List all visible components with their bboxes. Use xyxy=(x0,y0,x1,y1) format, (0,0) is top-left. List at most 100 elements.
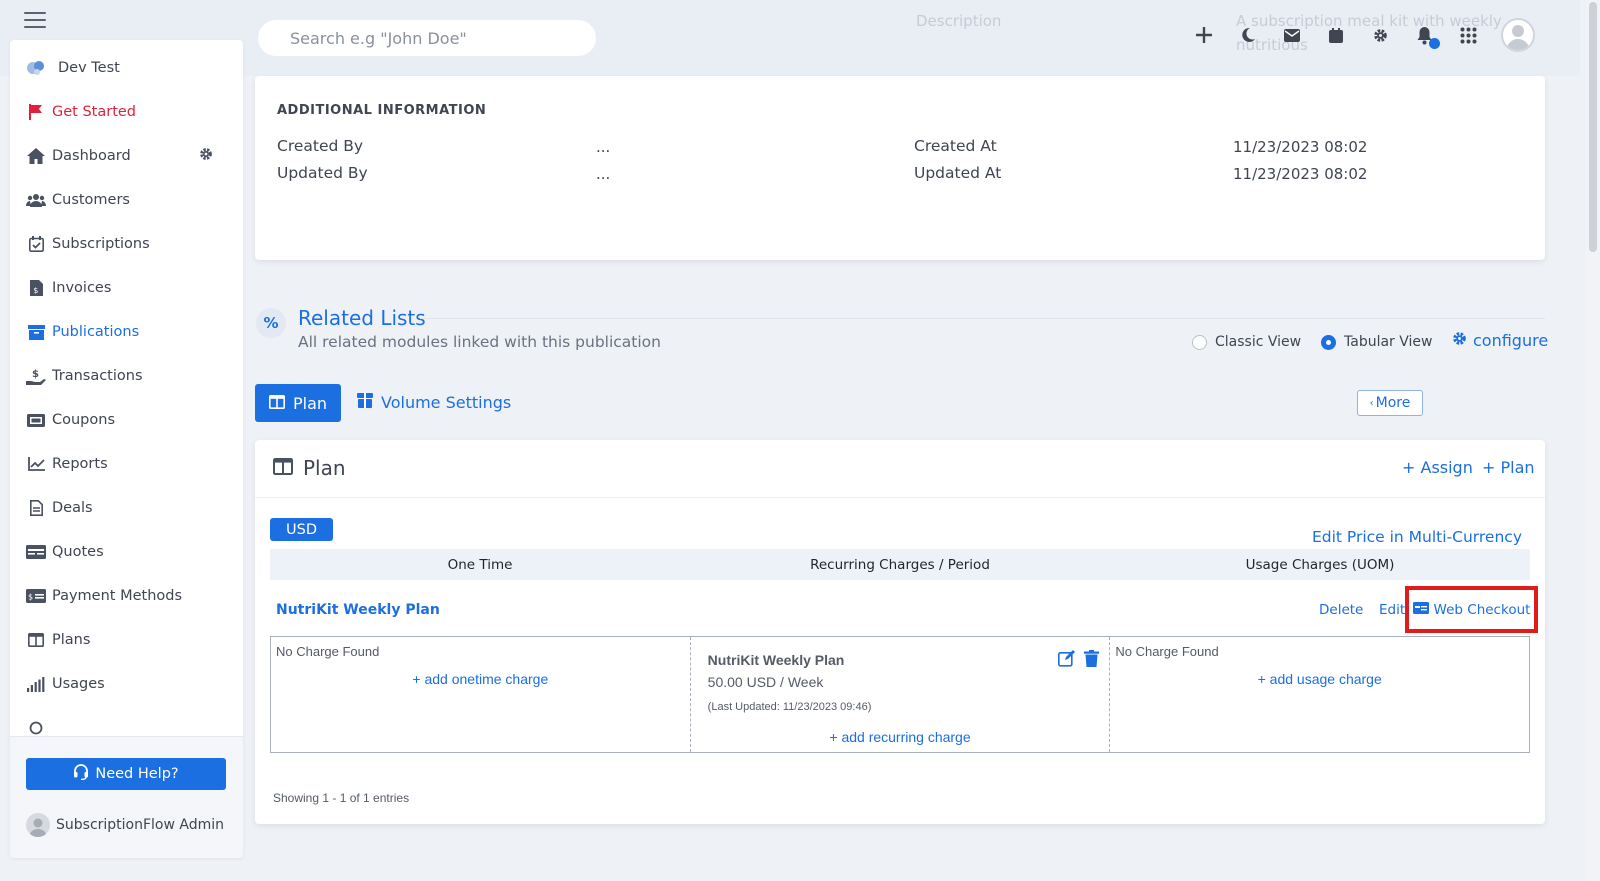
gear-icon[interactable] xyxy=(1369,24,1391,46)
calendar-icon[interactable] xyxy=(1325,24,1347,46)
web-checkout-button[interactable]: Web Checkout xyxy=(1405,586,1538,633)
sidebar-item-label: Dev Test xyxy=(58,60,120,76)
sidebar-item-customers[interactable]: Customers xyxy=(24,185,229,215)
sidebar-item-label: Reports xyxy=(52,456,108,472)
configure-label: configure xyxy=(1473,331,1549,350)
classic-view-radio[interactable]: Classic View xyxy=(1192,334,1301,350)
svg-text:$: $ xyxy=(32,369,39,380)
configure-link[interactable]: configure xyxy=(1452,331,1548,350)
columns-icon xyxy=(24,633,48,647)
sidebar-item-payment-methods[interactable]: $ Payment Methods xyxy=(24,581,229,611)
plan-name-link[interactable]: NutriKit Weekly Plan xyxy=(276,602,440,618)
need-help-button[interactable]: Need Help? xyxy=(26,758,226,790)
gear-icon xyxy=(1452,331,1467,350)
search-input[interactable] xyxy=(258,20,596,56)
quote-card-icon xyxy=(24,545,48,559)
web-checkout-label: Web Checkout xyxy=(1433,601,1531,618)
additional-info-card: ADDITIONAL INFORMATION Created By ... Up… xyxy=(255,76,1545,260)
edit-multi-currency-link[interactable]: Edit Price in Multi-Currency xyxy=(1312,528,1522,546)
updated-at-value: 11/23/2023 08:02 xyxy=(1233,165,1368,183)
tab-plan[interactable]: Plan xyxy=(255,384,341,422)
plan-card-header: Plan xyxy=(273,456,346,480)
created-at-label: Created At xyxy=(914,137,997,155)
sidebar-item-quotes[interactable]: Quotes xyxy=(24,537,229,567)
updated-at-label: Updated At xyxy=(914,164,1002,182)
column-header: Usage Charges (UOM) xyxy=(1245,556,1395,573)
charges-table: No Charge Found + add onetime charge Nut… xyxy=(270,636,1530,753)
recurring-charge-updated: (Last Updated: 11/23/2023 09:46) xyxy=(707,701,872,713)
tab-volume-label: Volume Settings xyxy=(381,393,512,412)
sidebar-item-label: Payment Methods xyxy=(52,588,183,604)
onetime-cell: No Charge Found + add onetime charge xyxy=(271,637,691,752)
sidebar-item-subscriptions[interactable]: Subscriptions xyxy=(24,229,229,259)
sidebar: Dev Test Get Started Dashboard Customers… xyxy=(10,40,243,858)
hand-money-icon: $ xyxy=(24,368,48,385)
credit-card-icon xyxy=(1412,601,1429,618)
menu-icon[interactable] xyxy=(24,12,46,28)
plan-card-title: Plan xyxy=(303,456,346,480)
bell-icon[interactable] xyxy=(1413,24,1440,49)
sidebar-item-partial[interactable] xyxy=(24,713,229,737)
sidebar-item-plans[interactable]: Plans xyxy=(24,625,229,655)
tab-volume-settings[interactable]: Volume Settings xyxy=(357,393,511,412)
sidebar-item-usages[interactable]: Usages xyxy=(24,669,229,699)
created-at-value: 11/23/2023 08:02 xyxy=(1233,138,1368,156)
add-recurring-charge-link[interactable]: + add recurring charge xyxy=(691,729,1110,745)
sidebar-item-label: Usages xyxy=(52,676,105,692)
moon-icon[interactable] xyxy=(1237,24,1259,46)
sidebar-item-label: Customers xyxy=(52,192,130,208)
line-chart-icon xyxy=(24,457,48,471)
recurring-charge-price: 50.00 USD / Week xyxy=(707,674,824,690)
related-lists-title: Related Lists xyxy=(298,306,426,330)
classic-view-label: Classic View xyxy=(1215,334,1302,350)
sidebar-item-label: Dashboard xyxy=(52,148,131,164)
headset-icon xyxy=(73,764,89,784)
sidebar-item-dashboard[interactable]: Dashboard xyxy=(24,141,229,171)
delete-link[interactable]: Delete xyxy=(1319,602,1363,618)
user-avatar[interactable] xyxy=(1501,18,1535,52)
sidebar-item-label: Quotes xyxy=(52,544,104,560)
sidebar-item-deals[interactable]: Deals xyxy=(24,493,229,523)
home-icon xyxy=(24,148,48,164)
top-actions xyxy=(1193,18,1535,52)
add-onetime-charge-link[interactable]: + add onetime charge xyxy=(271,671,690,687)
sidebar-item-transactions[interactable]: $ Transactions xyxy=(24,361,229,391)
edit-icon[interactable] xyxy=(1058,650,1076,671)
add-plan-link[interactable]: + Plan xyxy=(1482,458,1535,477)
sidebar-nav: Dev Test Get Started Dashboard Customers… xyxy=(10,40,243,737)
admin-profile[interactable]: SubscriptionFlow Admin xyxy=(26,813,224,837)
more-button[interactable]: ‹ More xyxy=(1357,390,1423,416)
sidebar-item-reports[interactable]: Reports xyxy=(24,449,229,479)
signal-bars-icon xyxy=(24,676,48,692)
table-header: One Time Recurring Charges / Period Usag… xyxy=(270,549,1530,580)
assign-link[interactable]: + Assign xyxy=(1402,458,1473,477)
recurring-charge-actions xyxy=(1058,650,1100,671)
divider xyxy=(255,497,1545,498)
currency-badge[interactable]: USD xyxy=(270,518,333,541)
sidebar-item-dev-test[interactable]: Dev Test xyxy=(24,53,229,83)
page-scrollbar[interactable] xyxy=(1586,0,1600,881)
file-icon xyxy=(24,500,48,516)
radio-button-selected[interactable] xyxy=(1321,334,1336,350)
notification-dot xyxy=(1429,38,1440,49)
sidebar-item-coupons[interactable]: Coupons xyxy=(24,405,229,435)
box-icon xyxy=(357,393,373,412)
sidebar-item-publications[interactable]: Publications xyxy=(24,317,229,347)
sidebar-item-get-started[interactable]: Get Started xyxy=(24,97,229,127)
trash-icon[interactable] xyxy=(1084,650,1100,671)
tabular-view-radio[interactable]: Tabular View xyxy=(1321,334,1432,350)
sidebar-item-invoices[interactable]: $ Invoices xyxy=(24,273,229,303)
add-usage-charge-link[interactable]: + add usage charge xyxy=(1110,671,1529,687)
invoice-icon: $ xyxy=(24,280,48,296)
dashboard-gear-icon[interactable] xyxy=(199,147,213,165)
radio-button[interactable] xyxy=(1192,334,1207,350)
usage-cell: No Charge Found + add usage charge xyxy=(1110,637,1529,752)
plus-icon[interactable] xyxy=(1193,24,1215,46)
mail-icon[interactable] xyxy=(1281,24,1303,46)
sidebar-item-label: Transactions xyxy=(52,368,143,384)
chevron-left-icon: ‹ xyxy=(1369,397,1374,409)
apps-grid-icon[interactable] xyxy=(1457,24,1479,46)
flag-icon xyxy=(24,104,48,120)
scrollbar-thumb[interactable] xyxy=(1589,2,1597,252)
edit-link[interactable]: Edit xyxy=(1379,602,1405,618)
